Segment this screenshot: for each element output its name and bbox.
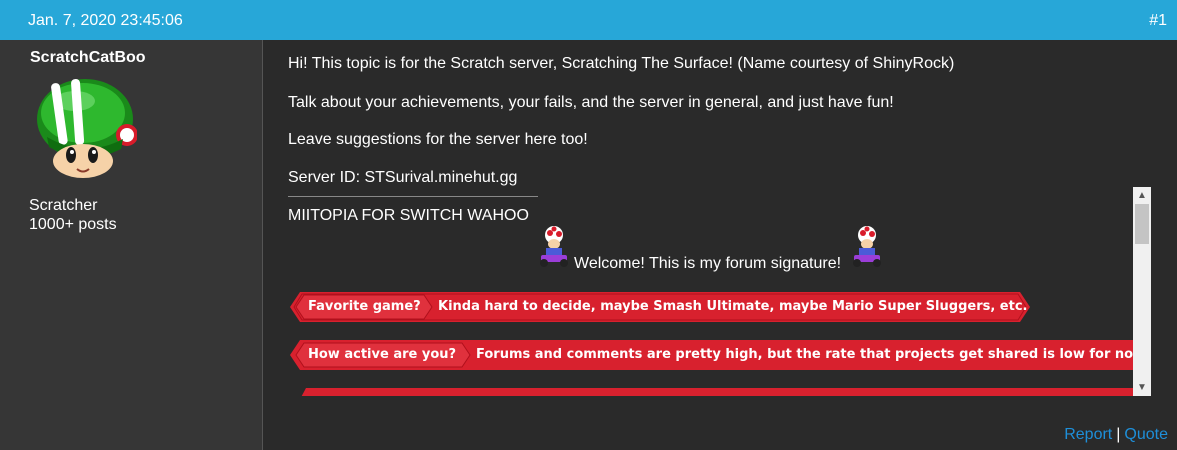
signature-banner: Favorite game? Kinda hard to decide, may… <box>290 290 1030 324</box>
toad-kart-icon <box>853 226 881 267</box>
scrollbar-thumb[interactable] <box>1135 204 1149 244</box>
signature-scrollbar[interactable]: ▲ ▼ <box>1133 187 1151 396</box>
author-rank-info: Scratcher 1000+ posts <box>29 196 117 234</box>
author-rank: Scratcher <box>29 197 98 214</box>
author-sidebar: ScratchCatBoo Scratcher 1000+ posts <box>0 40 263 450</box>
post-date: Jan. 7, 2020 23:45:06 <box>28 12 183 29</box>
banner-label: Favorite game? <box>308 299 421 314</box>
banner-background <box>301 388 1151 396</box>
signature-first-line: MIITOPIA FOR SWITCH WAHOO <box>288 207 529 224</box>
post-content: Hi! This topic is for the Scratch server… <box>264 40 1177 450</box>
quote-link[interactable]: Quote <box>1124 426 1168 443</box>
banner-label: How active are you? <box>308 347 457 362</box>
author-username-link[interactable]: ScratchCatBoo <box>30 49 146 67</box>
signature-banner <box>298 386 1151 396</box>
post-number-link[interactable]: #1 <box>1149 12 1167 30</box>
link-separator: | <box>1116 426 1121 443</box>
author-post-count: 1000+ posts <box>29 216 117 233</box>
forum-post: Jan. 7, 2020 23:45:06 #1 ScratchCatBoo S… <box>0 0 1177 450</box>
signature-welcome: Welcome! This is my forum signature! <box>574 255 842 272</box>
post-paragraph: Talk about your achievements, your fails… <box>288 94 894 111</box>
signature-banner: How active are you? Forums and comments … <box>290 338 1151 372</box>
post-paragraph: Server ID: STSurival.minehut.gg <box>288 169 518 186</box>
banner-text: Forums and comments are pretty high, but… <box>476 347 1146 362</box>
report-link[interactable]: Report <box>1064 426 1112 443</box>
post-paragraph: Leave suggestions for the server here to… <box>288 131 588 148</box>
avatar[interactable] <box>33 75 138 179</box>
post-header: Jan. 7, 2020 23:45:06 #1 <box>0 0 1177 40</box>
toad-kart-icon <box>540 226 568 267</box>
scroll-down-icon[interactable]: ▼ <box>1133 379 1151 396</box>
signature-box[interactable]: MIITOPIA FOR SWITCH WAHOO Welcome! This … <box>288 187 1151 396</box>
post-actions: Report | Quote <box>1064 426 1168 444</box>
banner-text: Kinda hard to decide, maybe Smash Ultima… <box>438 299 1028 314</box>
post-paragraph: Hi! This topic is for the Scratch server… <box>288 55 955 72</box>
scroll-up-icon[interactable]: ▲ <box>1133 187 1151 204</box>
